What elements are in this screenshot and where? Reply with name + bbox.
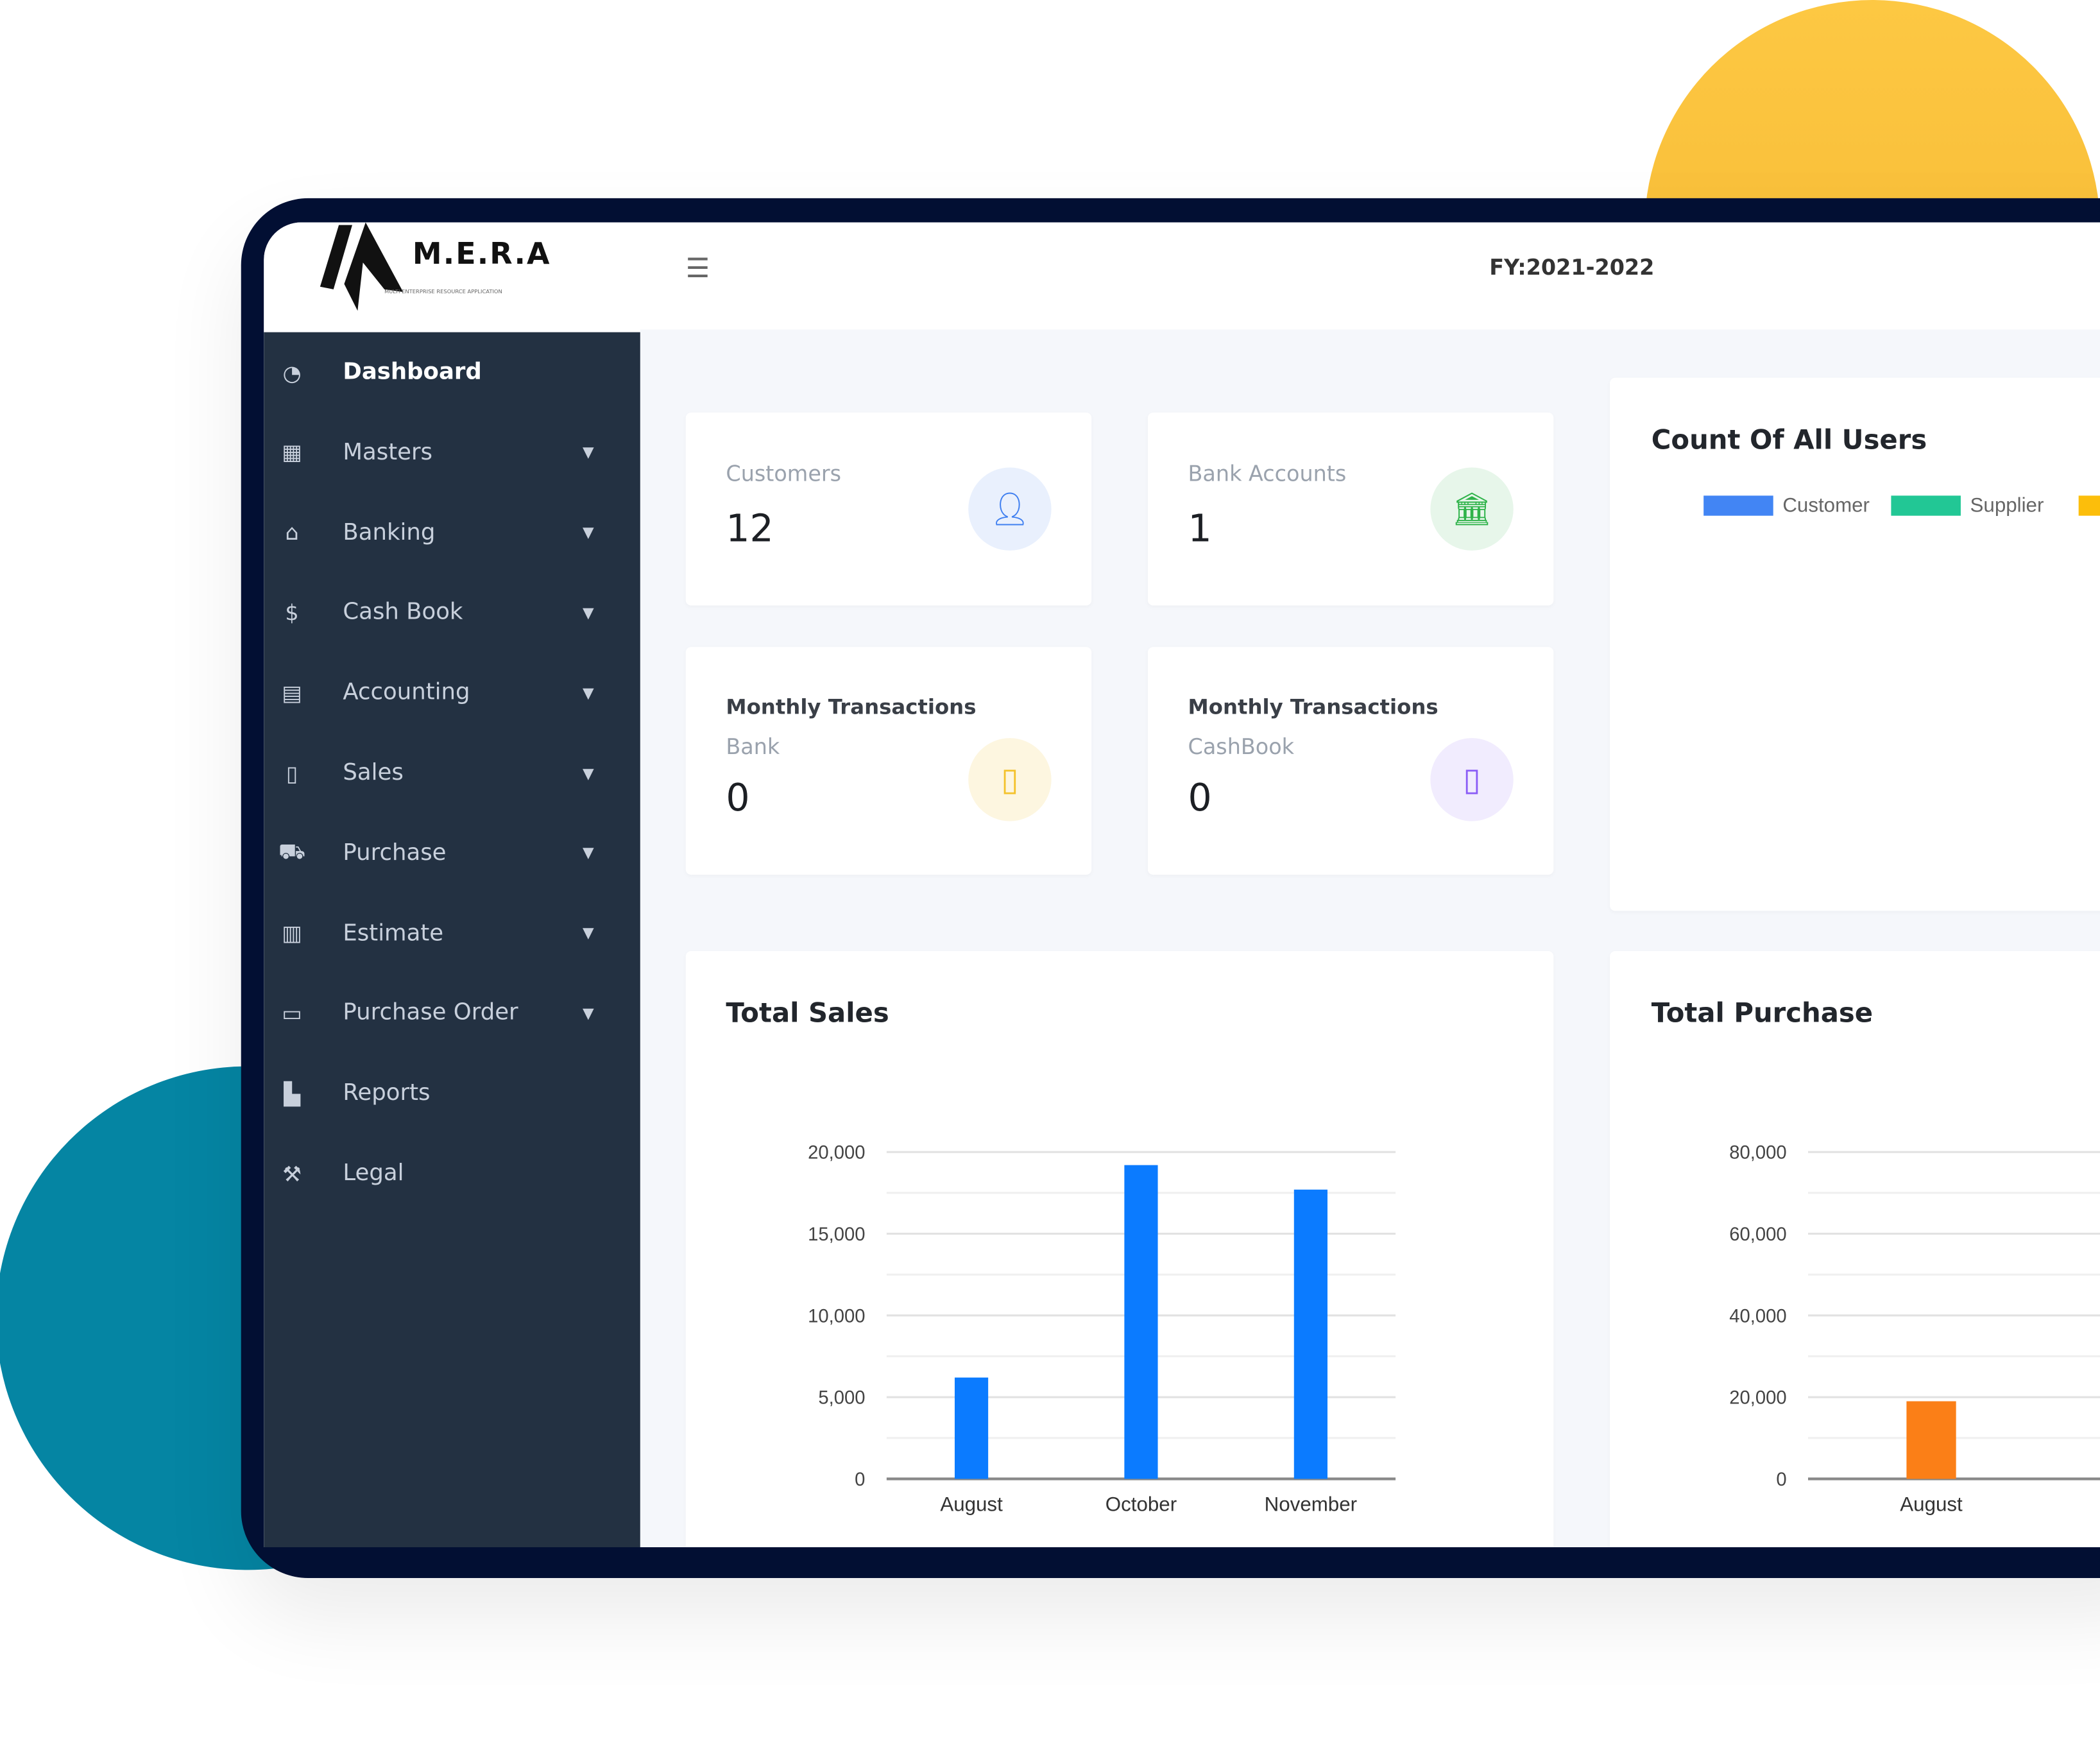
y-tick-label: 20,000: [808, 1143, 865, 1163]
dashboard-icon: ◔: [282, 359, 302, 386]
legend-label: Customer: [1782, 493, 1870, 516]
card-value: 0: [726, 775, 750, 820]
bank-icon: ⌂: [285, 520, 299, 545]
ledger-icon: ▤: [282, 680, 302, 706]
sidebar-item-estimate[interactable]: ▥ Estimate ▼: [264, 906, 640, 959]
chevron-down-icon[interactable]: ▼: [583, 604, 594, 621]
book-icon: ▯: [286, 760, 298, 786]
dollar-icon: $: [285, 599, 299, 626]
sidebar-item-masters[interactable]: ▦ Masters ▼: [264, 425, 640, 479]
card-value: 0: [1188, 775, 1212, 820]
bookmark-icon: ▯: [1430, 738, 1514, 821]
sidebar-item-label: Accounting: [343, 679, 470, 707]
promo-stage: M.E.R.A MULTI ENTERPRISE RESOURCE APPLIC…: [0, 0, 2100, 1759]
monthly-transactions-bank-card[interactable]: Monthly Transactions Bank 0 ▯: [685, 647, 1092, 875]
legend-swatch: [2078, 495, 2100, 516]
sidebar-item-dashboard[interactable]: ◔ Dashboard: [264, 346, 640, 399]
legend-label: Supplier: [1970, 493, 2044, 516]
card-label: Monthly Transactions: [1188, 695, 1438, 719]
y-tick-label: 80,000: [1729, 1143, 1786, 1163]
bar-chart-icon: ▙: [284, 1080, 300, 1106]
users-donut-chart: Customer Supplier: [1703, 493, 2100, 516]
total-purchase-chart: 0 20,000 40,000 60,000 80,000 August: [1729, 1143, 2100, 1516]
total-sales-chart: 0 5,000 10,000 15,000 20,000 August October Nov…: [808, 1143, 1396, 1516]
x-tick-label: October: [1105, 1493, 1177, 1516]
sidebar-item-label: Purchase: [343, 839, 447, 867]
y-tick-label: 15,000: [808, 1224, 865, 1245]
customers-card[interactable]: Customers 12 👤︎: [685, 412, 1092, 606]
y-tick-label: 40,000: [1729, 1306, 1786, 1326]
card-label: Customers: [726, 461, 842, 486]
sidebar-item-cash-book[interactable]: $ Cash Book ▼: [264, 586, 640, 639]
logo-text: M.E.R.A: [412, 238, 551, 272]
y-tick-label: 0: [855, 1470, 865, 1490]
chevron-down-icon[interactable]: ▼: [583, 1004, 594, 1022]
sidebar-item-label: Reports: [343, 1079, 431, 1107]
total-sales-card: Total Sales 0 5,000 10,000 15,000 20,000 Augu…: [685, 951, 1554, 1547]
gavel-icon: ⚒: [282, 1160, 302, 1187]
sidebar-item-banking[interactable]: ⌂ Banking ▼: [264, 506, 640, 559]
x-tick-label: August: [940, 1493, 1003, 1516]
grid-icon: ▦: [282, 440, 302, 465]
sidebar-item-reports[interactable]: ▙ Reports: [264, 1067, 640, 1120]
chevron-down-icon[interactable]: ▼: [583, 684, 594, 701]
sidebar-item-label: Cash Book: [343, 599, 463, 626]
cart-icon: ⛟: [278, 839, 306, 864]
monthly-transactions-cashbook-card[interactable]: Monthly Transactions CashBook 0 ▯: [1147, 647, 1554, 875]
fiscal-year: FY:2021-2022: [1489, 254, 1655, 280]
sidebar: ◔ Dashboard ▦ Masters ▼ ⌂ Banking ▼ $ Cash Book ▼ ▤…: [264, 332, 640, 1547]
chevron-down-icon[interactable]: ▼: [583, 925, 594, 942]
y-tick-label: 60,000: [1729, 1224, 1786, 1245]
bookmark-icon: ▯: [968, 738, 1052, 821]
bar: [1293, 1189, 1327, 1479]
calendar-icon: ▥: [282, 920, 302, 946]
logo[interactable]: M.E.R.A MULTI ENTERPRISE RESOURCE APPLIC…: [264, 222, 640, 332]
document-icon: ▭: [282, 1000, 302, 1026]
bank-icon: 🏛︎: [1430, 467, 1514, 551]
sidebar-item-sales[interactable]: ▯ Sales ▼: [264, 746, 640, 800]
x-tick-label: August: [1900, 1493, 1963, 1516]
sidebar-item-label: Legal: [343, 1160, 404, 1187]
app-screen: M.E.R.A MULTI ENTERPRISE RESOURCE APPLIC…: [264, 222, 2100, 1547]
legend-swatch: [1891, 495, 1961, 516]
card-sublabel: Bank: [726, 734, 780, 760]
y-tick-label: 5,000: [818, 1388, 865, 1409]
sidebar-item-label: Purchase Order: [343, 1000, 518, 1027]
sidebar-item-legal[interactable]: ⚒ Legal: [264, 1147, 640, 1200]
sidebar-item-accounting[interactable]: ▤ Accounting ▼: [264, 666, 640, 719]
total-purchase-card: Total Purchase 0 20,000 40,000 60,000 80,000…: [1610, 951, 2100, 1547]
sidebar-item-label: Masters: [343, 439, 433, 466]
sidebar-item-purchase-order[interactable]: ▭ Purchase Order ▼: [264, 986, 640, 1040]
chevron-down-icon[interactable]: ▼: [583, 845, 594, 862]
menu-collapse-icon[interactable]: ☰: [686, 252, 710, 284]
chevron-down-icon[interactable]: ▼: [583, 764, 594, 782]
y-tick-label: 10,000: [808, 1306, 865, 1326]
sidebar-item-purchase[interactable]: ⛟ Purchase ▼: [264, 827, 640, 880]
logo-tagline: MULTI ENTERPRISE RESOURCE APPLICATION: [384, 287, 502, 295]
sidebar-item-label: Sales: [343, 759, 404, 787]
x-tick-label: November: [1265, 1493, 1357, 1516]
logo-mark-icon: [320, 222, 404, 311]
bank-accounts-card[interactable]: Bank Accounts 1 🏛︎: [1147, 412, 1554, 606]
sidebar-item-label: Estimate: [343, 920, 444, 947]
chevron-down-icon[interactable]: ▼: [583, 524, 594, 541]
card-value: 1: [1188, 506, 1212, 551]
sidebar-item-label: Banking: [343, 519, 436, 546]
user-icon: 👤︎: [968, 467, 1052, 551]
y-tick-label: 0: [1776, 1470, 1786, 1490]
legend-swatch: [1703, 495, 1773, 516]
y-tick-label: 20,000: [1729, 1388, 1786, 1409]
bar: [1124, 1165, 1158, 1479]
top-header: ☰ FY:2021-2022: [640, 222, 2100, 330]
card-sublabel: CashBook: [1188, 734, 1295, 760]
sidebar-item-label: Dashboard: [343, 359, 482, 386]
card-label: Monthly Transactions: [726, 695, 977, 719]
users-chart-card: Count Of All Users Customer Supplier: [1610, 377, 2100, 911]
card-value: 12: [726, 506, 774, 551]
chevron-down-icon[interactable]: ▼: [583, 444, 594, 461]
card-label: Bank Accounts: [1188, 461, 1347, 486]
bar: [954, 1377, 989, 1479]
bar: [1906, 1401, 1956, 1479]
